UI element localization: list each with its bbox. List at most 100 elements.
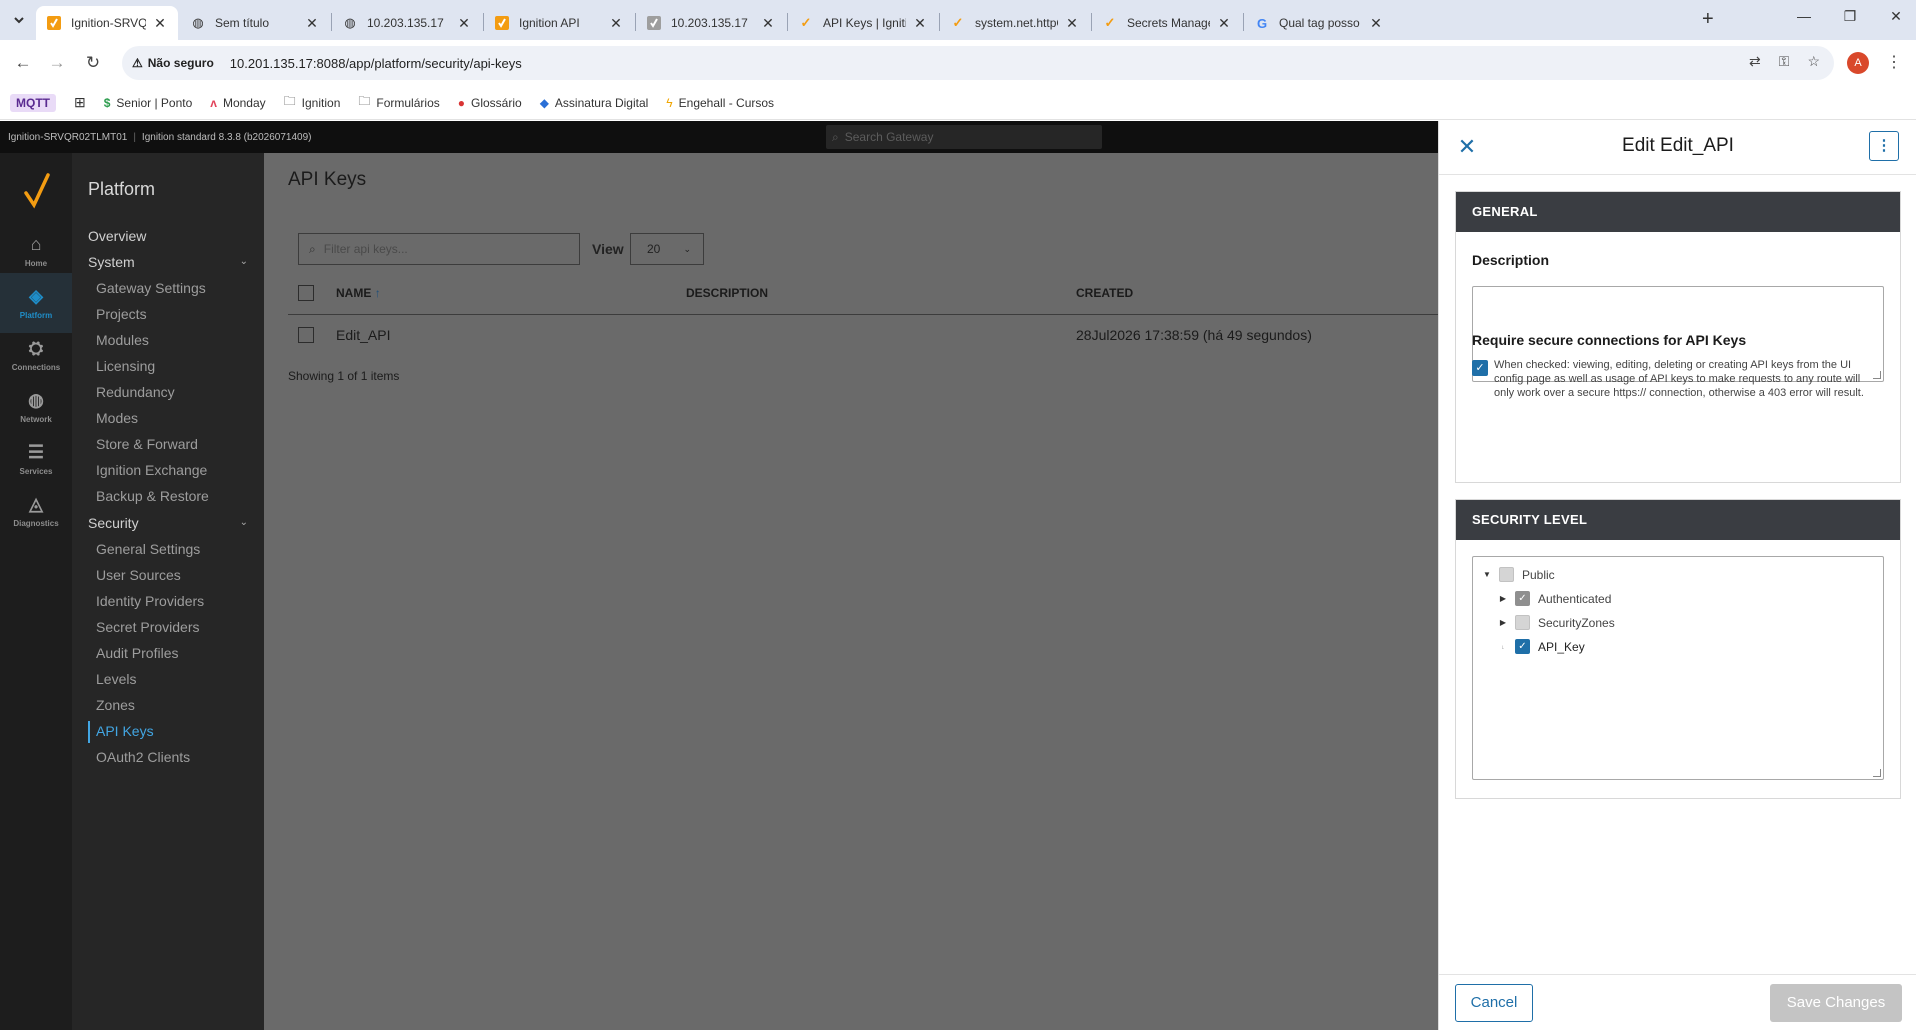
caret-down-icon[interactable]: ▼ <box>1481 570 1493 579</box>
resize-handle[interactable] <box>1873 371 1881 379</box>
bookmark-formularios[interactable]: 🗀 Formulários <box>358 92 439 113</box>
browser-tab[interactable]: ◍ 10.203.135.17 ✕ <box>332 6 482 40</box>
rail-diagnostics[interactable]: ◬ Diagnostics <box>0 481 72 541</box>
browser-tab-active[interactable]: Ignition-SRVQR02TLM ✕ <box>36 6 178 40</box>
restore-icon[interactable]: ❐ <box>1840 8 1860 25</box>
column-header-description[interactable]: DESCRIPTION <box>686 286 768 300</box>
sidebar-item-store-forward[interactable]: Store & Forward <box>96 436 198 452</box>
sidebar-item-ignition-exchange[interactable]: Ignition Exchange <box>96 462 207 478</box>
tree-node-api-key[interactable]: ˪ ✓ API_Key <box>1497 639 1585 654</box>
cancel-button[interactable]: Cancel <box>1455 984 1533 1022</box>
bookmark-assinatura-digital[interactable]: ◆ Assinatura Digital <box>540 96 649 110</box>
row-checkbox[interactable] <box>298 327 314 343</box>
not-secure-badge[interactable]: ⚠ Não seguro <box>132 56 214 70</box>
close-icon[interactable]: ✕ <box>304 15 320 32</box>
browser-tab-bar: Ignition-SRVQR02TLM ✕ ◍ Sem título ✕ ◍ 1… <box>0 0 1916 40</box>
browser-tab[interactable]: ✓ API Keys | Ignition Us ✕ <box>788 6 938 40</box>
tree-node-securityzones[interactable]: ▶ SecurityZones <box>1497 615 1615 630</box>
require-secure-checkbox[interactable]: ✓ <box>1472 360 1488 376</box>
sidebar-item-redundancy[interactable]: Redundancy <box>96 384 175 400</box>
sidebar-item-zones[interactable]: Zones <box>96 697 135 713</box>
caret-right-icon[interactable]: ▶ <box>1497 594 1509 603</box>
close-icon[interactable]: ✕ <box>1216 15 1232 32</box>
sidebar-section-system[interactable]: System ⌄ <box>88 254 264 270</box>
resize-handle[interactable] <box>1873 769 1881 777</box>
profile-avatar[interactable]: A <box>1847 52 1869 74</box>
tree-node-public[interactable]: ▼ Public <box>1481 567 1555 582</box>
rail-network[interactable]: ◍ Network <box>0 377 72 437</box>
sidebar-item-overview[interactable]: Overview <box>88 228 146 244</box>
close-icon[interactable]: ✕ <box>760 15 776 32</box>
star-icon[interactable]: ☆ <box>1807 53 1820 70</box>
forward-arrow-icon[interactable]: → <box>44 50 70 76</box>
close-icon[interactable]: ✕ <box>1368 15 1384 32</box>
rail-platform[interactable]: ◈ Platform <box>0 273 72 333</box>
url-text[interactable]: 10.201.135.17:8088/app/platform/security… <box>230 56 522 71</box>
tree-checkbox[interactable] <box>1515 615 1530 630</box>
apps-grid-icon[interactable]: ⊞ <box>74 94 86 111</box>
close-icon[interactable]: ✕ <box>456 15 472 32</box>
sidebar-item-identity-providers[interactable]: Identity Providers <box>96 593 204 609</box>
column-header-created[interactable]: CREATED <box>1076 286 1133 300</box>
browser-tab[interactable]: G Qual tag posso usar p ✕ <box>1244 6 1394 40</box>
sidebar-item-backup-restore[interactable]: Backup & Restore <box>96 488 209 504</box>
tree-checkbox[interactable]: ✓ <box>1515 639 1530 654</box>
browser-tab[interactable]: Ignition API ✕ <box>484 6 634 40</box>
tree-node-authenticated[interactable]: ▶ ✓ Authenticated <box>1497 591 1611 606</box>
bookmark-glossario[interactable]: ● Glossário <box>458 96 522 110</box>
reload-icon[interactable]: ↻ <box>80 50 106 76</box>
view-select[interactable]: 20 ⌄ <box>630 233 704 265</box>
browser-tab[interactable]: 10.203.135.17 ✕ <box>636 6 786 40</box>
sidebar-item-modules[interactable]: Modules <box>96 332 149 348</box>
browser-tab[interactable]: ✓ Secrets Management ✕ <box>1092 6 1242 40</box>
sidebar-item-general-settings[interactable]: General Settings <box>96 541 200 557</box>
close-icon[interactable]: ✕ <box>152 15 168 32</box>
sidebar-item-projects[interactable]: Projects <box>96 306 147 322</box>
tree-checkbox[interactable]: ✓ <box>1515 591 1530 606</box>
sidebar-item-audit-profiles[interactable]: Audit Profiles <box>96 645 178 661</box>
key-icon[interactable]: ⚿ <box>1779 53 1790 70</box>
rail-home[interactable]: ⌂ Home <box>0 221 72 281</box>
table-row[interactable]: Edit_API 28Jul2026 17:38:59 (há 49 segun… <box>288 315 1438 357</box>
gateway-search-placeholder: Search Gateway <box>844 130 934 144</box>
omnibox[interactable]: ⚠ Não seguro 10.201.135.17:8088/app/plat… <box>122 46 1834 80</box>
bookmark-engehall[interactable]: ϟ Engehall - Cursos <box>666 96 774 110</box>
filter-input[interactable]: ⌕ Filter api keys... <box>298 233 580 265</box>
translate-icon[interactable]: ⇄ <box>1749 53 1761 70</box>
browser-menu-icon[interactable]: ⋮ <box>1886 52 1902 72</box>
ignition-icon: ✓ <box>800 15 812 30</box>
sidebar-item-oauth2-clients[interactable]: OAuth2 Clients <box>96 749 190 765</box>
column-header-name[interactable]: NAME ↑ <box>336 286 381 300</box>
close-icon[interactable]: ✕ <box>1064 15 1080 32</box>
sidebar-item-secret-providers[interactable]: Secret Providers <box>96 619 199 635</box>
back-arrow-icon[interactable]: ← <box>10 50 36 76</box>
sidebar-item-user-sources[interactable]: User Sources <box>96 567 181 583</box>
sidebar-item-modes[interactable]: Modes <box>96 410 138 426</box>
window-close-icon[interactable]: ✕ <box>1886 8 1906 25</box>
close-icon[interactable]: ✕ <box>608 15 624 32</box>
rail-services[interactable]: ☰ Services <box>0 429 72 489</box>
bookmark-senior-ponto[interactable]: $ Senior | Ponto <box>104 96 193 110</box>
rail-connections[interactable]: ⛭ Connections <box>0 325 72 385</box>
caret-right-icon[interactable]: ▶ <box>1497 618 1509 627</box>
more-options-button[interactable]: ⋮ <box>1869 131 1899 161</box>
new-tab-button[interactable]: + <box>1702 8 1714 31</box>
select-all-checkbox[interactable] <box>298 285 314 301</box>
minimize-icon[interactable]: — <box>1794 8 1814 24</box>
sidebar-item-gateway-settings[interactable]: Gateway Settings <box>96 280 206 296</box>
bookmark-mqtt[interactable]: MQTT <box>10 93 56 112</box>
bookmark-monday[interactable]: ʌ Monday <box>210 96 265 110</box>
sidebar-item-licensing[interactable]: Licensing <box>96 358 155 374</box>
sidebar-item-api-keys[interactable]: API Keys <box>96 723 154 739</box>
browser-tab[interactable]: ✓ system.net.httpClient ✕ <box>940 6 1090 40</box>
tree-checkbox[interactable] <box>1499 567 1514 582</box>
sidebar-section-security[interactable]: Security ⌄ <box>88 515 264 531</box>
tab-search-button[interactable] <box>6 8 32 32</box>
sidebar-item-levels[interactable]: Levels <box>96 671 136 687</box>
cell-name[interactable]: Edit_API <box>336 327 390 343</box>
bookmark-ignition[interactable]: 🗀 Ignition <box>284 92 341 113</box>
save-changes-button[interactable]: Save Changes <box>1770 984 1902 1022</box>
browser-tab[interactable]: ◍ Sem título ✕ <box>180 6 330 40</box>
gateway-search-input[interactable]: ⌕ Search Gateway <box>826 125 1102 149</box>
close-icon[interactable]: ✕ <box>912 15 928 32</box>
